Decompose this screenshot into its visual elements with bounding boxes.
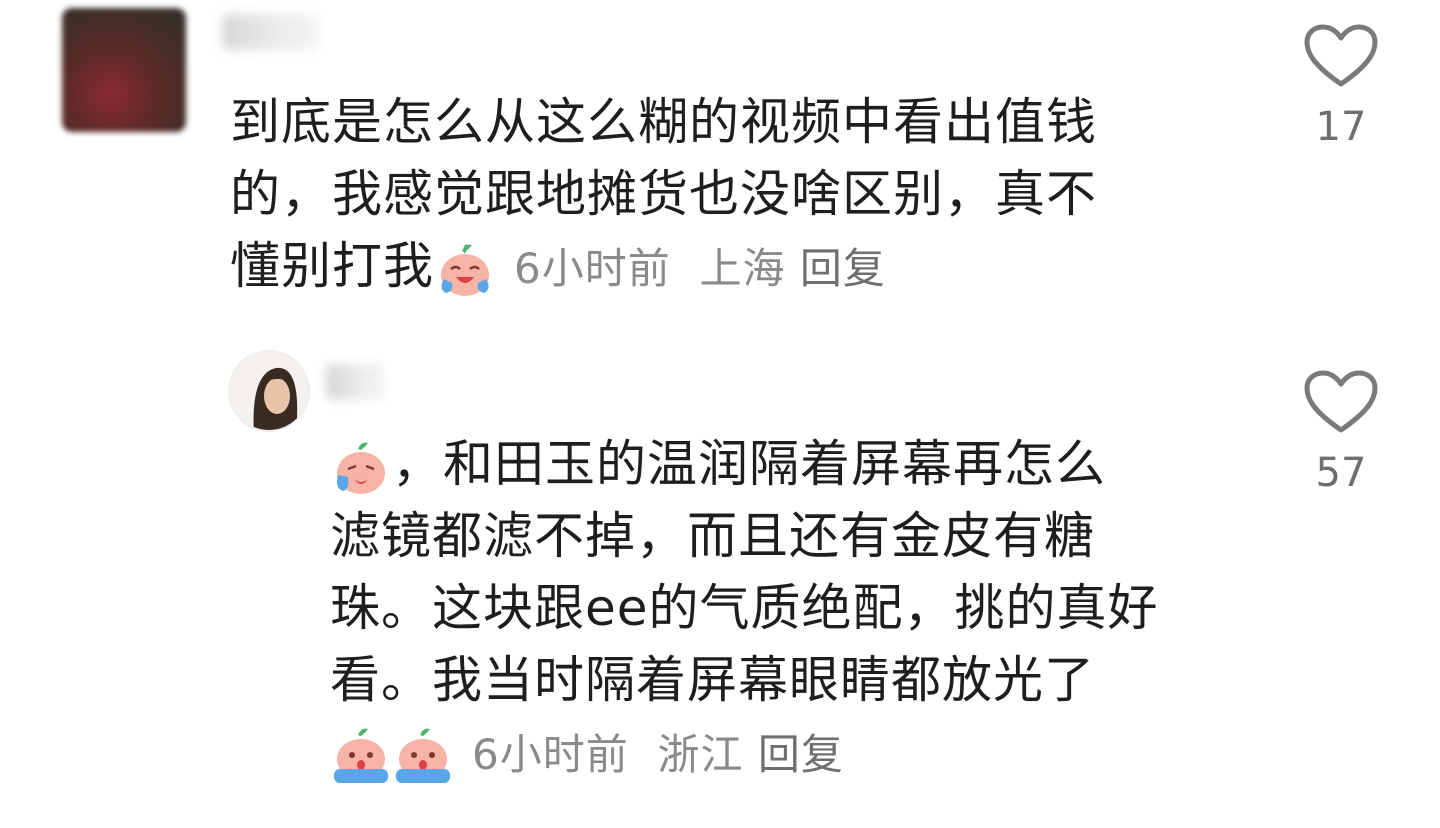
reply-button[interactable]: 回复 — [758, 730, 844, 779]
comment-text: 到底是怎么从这么糊的视频中看出值钱 的，我感觉跟地摊货也没啥区别，真不 懂别打我… — [230, 86, 1097, 305]
author-name-blurred[interactable] — [222, 14, 318, 50]
comment-meta-line: 6小时前 浙江 回复 — [330, 716, 1159, 791]
comment-time: 6小时前 — [514, 244, 671, 293]
crying-peach-emoji-icon — [330, 437, 392, 499]
comment-line-with-meta: 懂别打我 6小时前 上海 回复 — [230, 230, 1097, 305]
comment-line-with-emoji: ，和田玉的温润隔着屏幕再怎么 — [330, 428, 1159, 500]
sobbing-peach-emoji-icon — [392, 725, 454, 787]
comment-line: 珠。这块跟ee的气质绝配，挑的真好 — [330, 579, 1159, 637]
crying-laughing-peach-emoji-icon — [434, 239, 496, 301]
author-name-blurred[interactable] — [326, 364, 384, 400]
sobbing-peach-emoji-icon — [330, 725, 392, 787]
comment-line: 的，我感觉跟地摊货也没啥区别，真不 — [230, 165, 1097, 223]
like-count: 17 — [1315, 104, 1367, 150]
comment-meta: 6小时前 上海 回复 — [514, 244, 886, 293]
reply-button[interactable]: 回复 — [800, 244, 886, 293]
comment-line: ，和田玉的温润隔着屏幕再怎么 — [392, 435, 1106, 493]
heart-outline-icon — [1304, 24, 1378, 87]
comment-location: 上海 — [699, 244, 786, 293]
avatar[interactable] — [228, 350, 310, 432]
comment-line: 看。我当时隔着屏幕眼睛都放光了 — [330, 651, 1095, 709]
comment-time: 6小时前 — [472, 730, 629, 779]
comment-line: 懂别打我 — [230, 237, 434, 295]
comment-text: ，和田玉的温润隔着屏幕再怎么 滤镜都滤不掉，而且还有金皮有糖 珠。这块跟ee的气… — [330, 428, 1159, 791]
comment-meta: 6小时前 浙江 回复 — [472, 730, 844, 779]
heart-outline-icon — [1304, 370, 1378, 433]
avatar[interactable] — [62, 8, 186, 132]
like-count: 57 — [1315, 450, 1367, 496]
like-button[interactable]: 57 — [1296, 370, 1386, 496]
comment-line: 滤镜都滤不掉，而且还有金皮有糖 — [330, 507, 1095, 565]
like-button[interactable]: 17 — [1296, 24, 1386, 150]
comment-location: 浙江 — [657, 730, 744, 779]
comment-line: 到底是怎么从这么糊的视频中看出值钱 — [230, 93, 1097, 151]
